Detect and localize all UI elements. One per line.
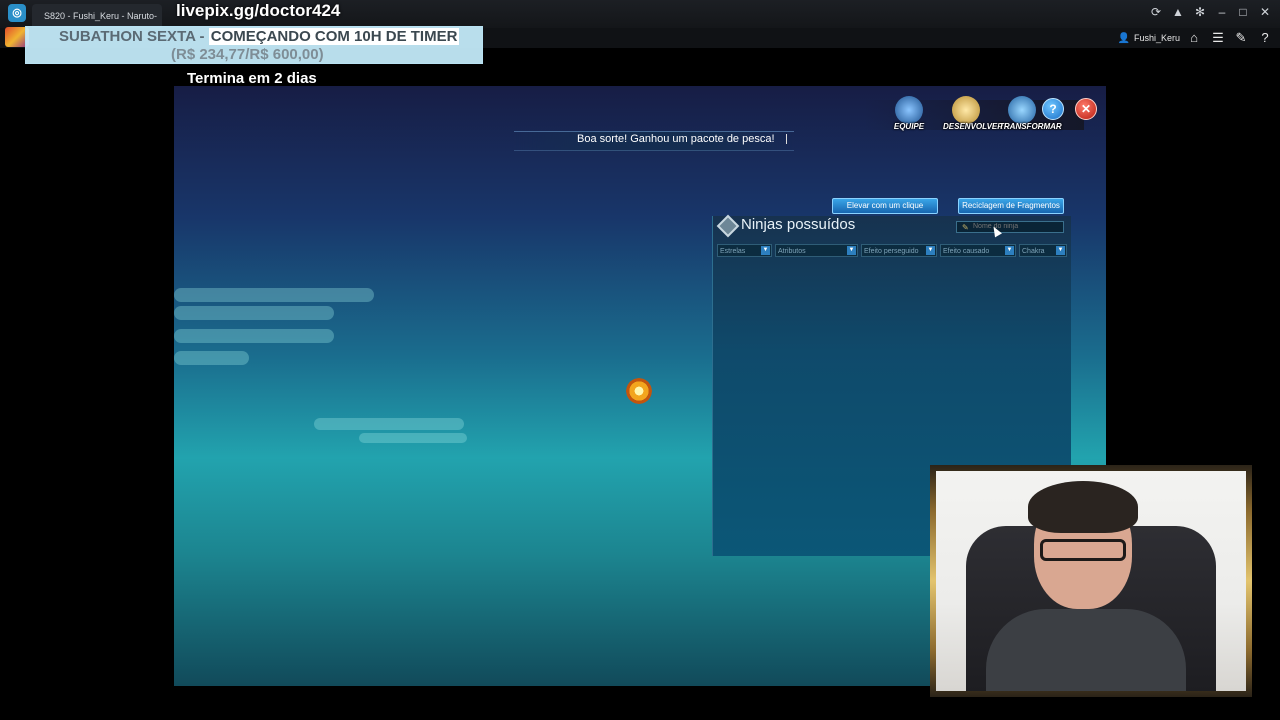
elevate-button[interactable]: Elevar com um clique [832,198,938,214]
team-icon [895,96,923,124]
webcam-overlay [930,465,1252,697]
filter-label: Chakra [1022,248,1045,255]
user-account[interactable]: 👤 Fushi_Keru [1118,31,1180,46]
webcam-feed [936,471,1246,691]
text-caret [786,134,787,144]
browser-tab[interactable]: S820 - Fushi_Keru - Naruto- [32,4,162,28]
panel-title: Ninjas possuídos [741,216,856,233]
chevron-down-icon: ▼ [926,246,935,255]
filter-stars[interactable]: Estrelas ▼ [717,244,772,257]
game-help-button[interactable]: ? [1042,98,1064,120]
banner-goal: (R$ 234,77/R$ 600,00) [171,46,324,63]
cloud-decoration [174,329,334,343]
home-icon[interactable]: ⌂ [1185,29,1203,47]
banner-line1: SUBATHON SEXTA - COMEÇANDO COM 10H DE TI… [59,28,460,45]
minimize-icon[interactable]: – [1211,2,1233,22]
countdown-text: Termina em 2 dias [187,70,317,87]
ninja-search-input[interactable] [956,221,1064,233]
filter-attributes[interactable]: Atributos ▼ [775,244,858,257]
filter-label: Atributos [778,248,806,255]
cloud-decoration [359,433,467,443]
app-logo-icon: ◎ [8,4,26,22]
transform-label: TRANSFORMAR [999,122,1062,131]
chevron-down-icon: ▼ [1005,246,1014,255]
develop-button[interactable]: DESENVOLVER [943,96,1004,131]
cloud-decoration [174,351,249,365]
banner-prefix: SUBATHON SEXTA - [59,28,209,45]
chevron-down-icon: ▼ [761,246,770,255]
filter-label: Efeito causado [943,248,990,255]
stream-link-overlay: livepix.gg/doctor424 [176,1,341,20]
banner-highlight: COMEÇANDO COM 10H DE TIMER [208,28,460,45]
filter-caused-effect[interactable]: Efeito causado ▼ [940,244,1016,257]
develop-icon [952,96,980,124]
reward-message: Boa sorte! Ganhou um pacote de pesca! [577,133,775,145]
user-icon: 👤 [1117,33,1130,44]
transform-icon [1008,96,1036,124]
subathon-banner: SUBATHON SEXTA - COMEÇANDO COM 10H DE TI… [25,26,483,64]
extension-icon[interactable]: ▲ [1167,2,1189,22]
close-icon[interactable]: ✕ [1254,2,1276,22]
maximize-icon[interactable]: □ [1232,2,1254,22]
develop-label: DESENVOLVER [943,122,1004,131]
user-name: Fushi_Keru [1133,33,1180,43]
cloud-decoration [174,306,334,320]
loading-spinner-icon [624,376,654,406]
recycle-fragments-button[interactable]: Reciclagem de Fragmentos [958,198,1064,214]
settings-icon[interactable]: ✻ [1189,2,1211,22]
refresh-icon[interactable]: ⟳ [1145,2,1167,22]
cloud-decoration [314,418,464,430]
chevron-down-icon: ▼ [847,246,856,255]
cloud-decoration [174,288,374,302]
filter-chakra[interactable]: Chakra ▼ [1019,244,1067,257]
game-close-button[interactable]: ✕ [1075,98,1097,120]
filter-pursued-effect[interactable]: Efeito perseguido ▼ [861,244,937,257]
person-hair [1028,481,1138,533]
transform-button[interactable]: TRANSFORMAR [999,96,1062,131]
quill-icon[interactable]: ✎ [1232,29,1250,47]
person-body [986,609,1186,691]
filter-label: Estrelas [720,248,746,255]
team-button[interactable]: EQUIPE [886,96,932,131]
list-icon[interactable]: ☰ [1209,29,1227,47]
glasses [1040,539,1126,561]
chevron-down-icon: ▼ [1056,246,1065,255]
team-label: EQUIPE [893,122,925,131]
help-icon[interactable]: ? [1256,29,1274,47]
filter-label: Efeito perseguido [864,248,919,255]
pencil-icon: ✎ [962,223,969,232]
